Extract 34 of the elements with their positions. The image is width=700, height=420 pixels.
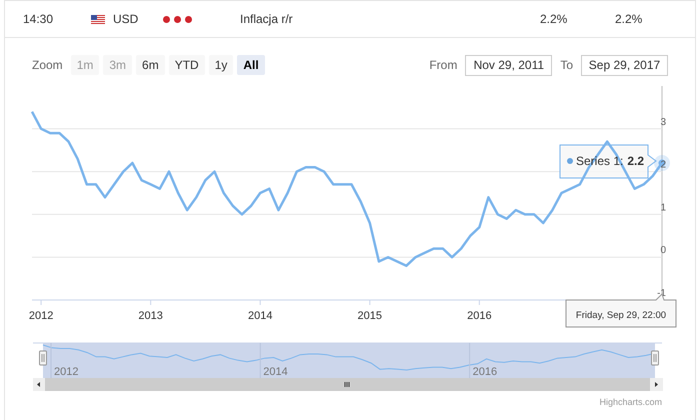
range-button[interactable]: All: [237, 55, 265, 75]
zoom-label: Zoom: [32, 57, 63, 74]
axis-label: 2012: [28, 310, 54, 322]
range-button[interactable]: 1y: [208, 55, 234, 75]
scrollbar[interactable]: [33, 378, 663, 391]
date-input[interactable]: Nov 29, 2011: [465, 54, 552, 76]
bullet-icon: [567, 158, 573, 164]
currency-text: USD: [113, 11, 138, 28]
axis-label: 2016: [467, 310, 492, 322]
date-tooltip-text: Friday, Sep 29, 22:00: [576, 310, 666, 321]
scroll-left-icon[interactable]: [37, 382, 40, 387]
actual-value: 2.2%: [540, 12, 568, 26]
flag-icon: [91, 14, 105, 24]
axis-label: 2014: [248, 310, 272, 322]
range-button[interactable]: YTD: [168, 55, 205, 75]
time-text: 14:30: [23, 12, 54, 26]
navigator-handle[interactable]: [39, 350, 47, 366]
axis-label: 0: [660, 245, 666, 256]
navigator-label: 2016: [472, 366, 498, 378]
axis-label: 2013: [138, 310, 163, 322]
navigator-label: 2014: [263, 366, 288, 378]
forecast-value: 2.2%: [615, 12, 642, 26]
event-name: Inflacja r/r: [240, 12, 293, 26]
date-label: To: [560, 57, 573, 74]
date-label: From: [429, 57, 458, 74]
axis-label: 2015: [358, 310, 382, 322]
navigator-label: 2012: [54, 366, 78, 378]
date-input[interactable]: Sep 29, 2017: [581, 54, 668, 76]
scroll-right-icon[interactable]: [655, 382, 658, 387]
axis-label: 3: [660, 116, 666, 128]
navigator-handle[interactable]: [651, 350, 659, 366]
axis-label: 1: [660, 202, 666, 214]
grip-icon: [344, 382, 350, 388]
range-button[interactable]: 6m: [136, 55, 165, 75]
